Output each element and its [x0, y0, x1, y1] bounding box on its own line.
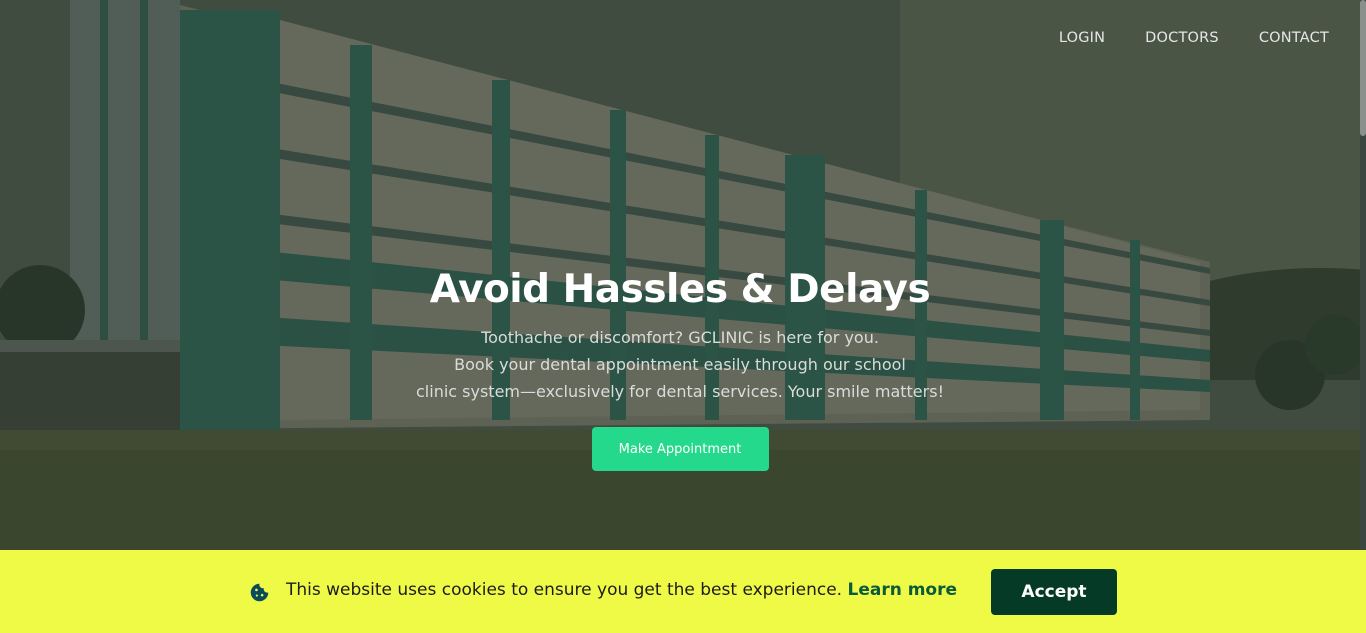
- hero-title: Avoid Hassles & Delays: [429, 267, 931, 312]
- cookie-message-text: This website uses cookies to ensure you …: [286, 580, 843, 600]
- hero-line-1: Toothache or discomfort? GCLINIC is here…: [481, 328, 879, 347]
- hero-description: Toothache or discomfort? GCLINIC is here…: [380, 324, 980, 405]
- nav-contact-link[interactable]: CONTACT: [1259, 30, 1329, 46]
- cookie-message: This website uses cookies to ensure you …: [286, 580, 957, 600]
- accept-cookies-button[interactable]: Accept: [991, 569, 1117, 615]
- learn-more-link[interactable]: Learn more: [847, 580, 957, 600]
- top-nav: LOGIN DOCTORS CONTACT: [1059, 30, 1329, 46]
- cookie-banner: This website uses cookies to ensure you …: [0, 550, 1366, 633]
- make-appointment-button[interactable]: Make Appointment: [591, 427, 769, 471]
- hero-section: Avoid Hassles & Delays Toothache or disc…: [0, 262, 1360, 471]
- cookie-icon: [250, 583, 269, 602]
- page-scrollbar[interactable]: [1360, 0, 1366, 633]
- scrollbar-thumb[interactable]: [1360, 0, 1366, 136]
- hero-line-2: Book your dental appointment easily thro…: [454, 355, 906, 374]
- hero-line-3: clinic system—exclusively for dental ser…: [416, 382, 944, 401]
- nav-doctors-link[interactable]: DOCTORS: [1145, 30, 1219, 46]
- nav-login-link[interactable]: LOGIN: [1059, 30, 1105, 46]
- page: LOGIN DOCTORS CONTACT Avoid Hassles & De…: [0, 0, 1366, 633]
